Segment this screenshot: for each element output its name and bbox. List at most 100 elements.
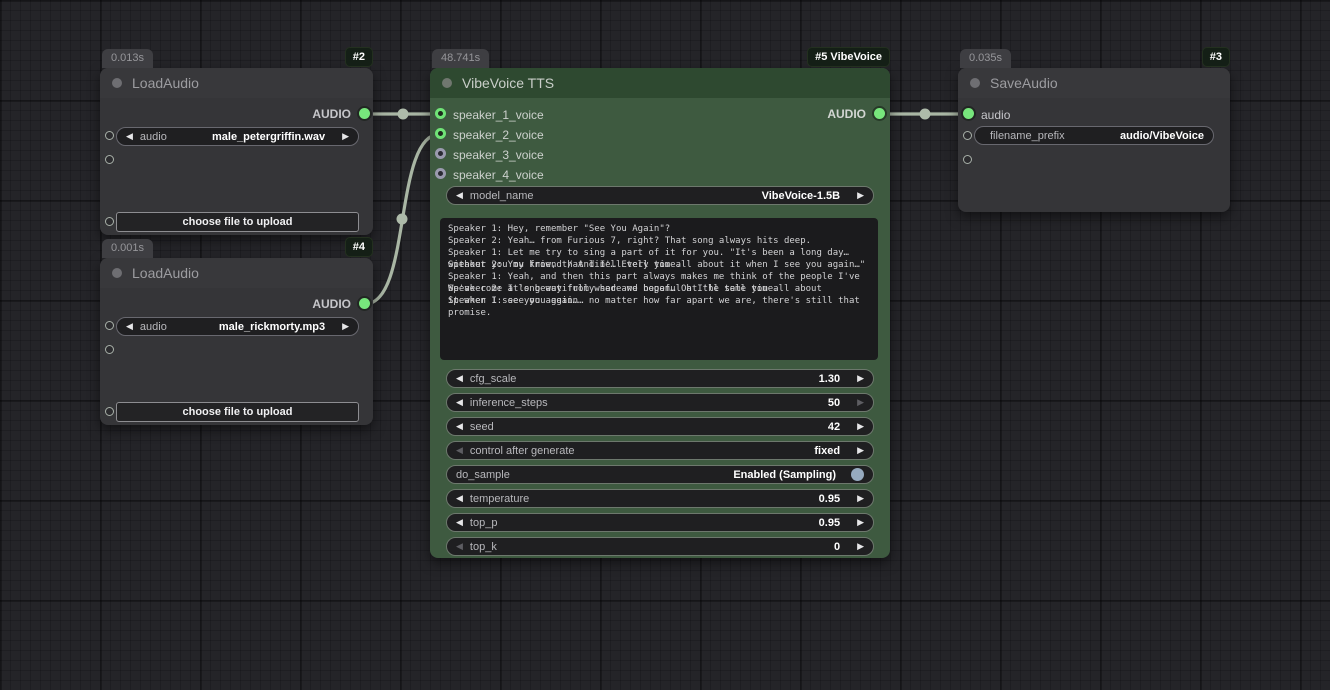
widget-label: audio — [140, 321, 167, 333]
output-slot-audio[interactable] — [874, 108, 885, 119]
collapse-dot-icon[interactable] — [442, 78, 452, 88]
decrement-arrow-icon[interactable] — [456, 422, 463, 431]
increment-arrow-icon[interactable] — [857, 422, 864, 431]
increment-arrow-icon[interactable] — [857, 518, 864, 527]
collapse-dot-icon[interactable] — [112, 268, 122, 278]
decrement-arrow-icon[interactable] — [126, 322, 133, 331]
output-label-audio: AUDIO — [312, 297, 351, 311]
widget-input-slot[interactable] — [105, 155, 114, 164]
execution-time-badge: 48.741s — [432, 49, 489, 68]
node-titlebar[interactable]: LoadAudio — [100, 258, 373, 288]
widget-label: cfg_scale — [470, 373, 516, 385]
widget-input-slot[interactable] — [105, 217, 114, 226]
node-titlebar[interactable]: VibeVoice TTS — [430, 68, 890, 98]
node-load-audio-1[interactable]: 0.013s #2 LoadAudio AUDIO audio male_pet… — [100, 68, 373, 235]
input-slot-speaker-3-voice[interactable] — [435, 148, 446, 159]
widget-input-slot[interactable] — [105, 345, 114, 354]
node-id-badge: #2 — [345, 47, 373, 67]
widget-label: top_k — [470, 541, 497, 553]
toggle-indicator-icon[interactable] — [851, 468, 864, 481]
output-label-audio: AUDIO — [312, 107, 351, 121]
increment-arrow-icon[interactable] — [857, 398, 864, 407]
widget-input-slot[interactable] — [963, 155, 972, 164]
collapse-dot-icon[interactable] — [970, 78, 980, 88]
wire-midpoint-dot[interactable] — [398, 109, 409, 120]
script-text-line: promise. — [448, 307, 870, 319]
input-slot-speaker-2-voice[interactable] — [435, 128, 446, 139]
node-titlebar[interactable]: LoadAudio — [100, 68, 373, 98]
decrement-arrow-icon[interactable] — [456, 446, 463, 455]
increment-arrow-icon[interactable] — [857, 191, 864, 200]
widget-value: 42 — [828, 421, 840, 433]
increment-arrow-icon[interactable] — [857, 446, 864, 455]
execution-time-badge: 0.001s — [102, 239, 153, 258]
model-name-combo-widget[interactable]: model_name VibeVoice-1.5B — [446, 186, 874, 205]
widget-value: male_petergriffin.wav — [212, 131, 325, 143]
input-label: speaker_4_voice — [453, 168, 544, 182]
script-text-line: Speaker 1: Hey, remember "See You Again"… — [448, 223, 870, 235]
decrement-arrow-icon[interactable] — [456, 398, 463, 407]
widget-value: 50 — [828, 397, 840, 409]
inference-steps-widget[interactable]: inference_steps 50 — [446, 393, 874, 412]
input-slot-speaker-4-voice[interactable] — [435, 168, 446, 179]
node-title: VibeVoice TTS — [462, 75, 554, 91]
widget-label: inference_steps — [470, 397, 548, 409]
output-slot-audio[interactable] — [359, 108, 370, 119]
widget-label: top_p — [470, 517, 498, 529]
temperature-widget[interactable]: temperature 0.95 — [446, 489, 874, 508]
widget-value: 1.30 — [819, 373, 840, 385]
node-titlebar[interactable]: SaveAudio — [958, 68, 1230, 98]
widget-label: seed — [470, 421, 494, 433]
increment-arrow-icon[interactable] — [857, 374, 864, 383]
increment-arrow-icon[interactable] — [342, 322, 349, 331]
widget-input-slot[interactable] — [105, 131, 114, 140]
increment-arrow-icon[interactable] — [342, 132, 349, 141]
decrement-arrow-icon[interactable] — [456, 374, 463, 383]
widget-value: 0.95 — [819, 493, 840, 505]
decrement-arrow-icon[interactable] — [456, 542, 463, 551]
input-slot-speaker-1-voice[interactable] — [435, 108, 446, 119]
decrement-arrow-icon[interactable] — [456, 191, 463, 200]
audio-file-combo-widget[interactable]: audio male_rickmorty.mp3 — [116, 317, 359, 336]
collapse-dot-icon[interactable] — [112, 78, 122, 88]
node-vibevoice-tts[interactable]: 48.741s #5 VibeVoice VibeVoice TTS speak… — [430, 68, 890, 558]
decrement-arrow-icon[interactable] — [456, 518, 463, 527]
choose-file-button[interactable]: choose file to upload — [116, 212, 359, 232]
execution-time-badge: 0.013s — [102, 49, 153, 68]
node-title: LoadAudio — [132, 75, 199, 91]
script-textarea[interactable]: Speaker 1: Hey, remember "See You Again"… — [440, 218, 878, 360]
node-save-audio[interactable]: 0.035s #3 SaveAudio audio filename_prefi… — [958, 68, 1230, 212]
widget-input-slot[interactable] — [963, 131, 972, 140]
widget-input-slot[interactable] — [105, 321, 114, 330]
script-text-line: Speaker 1: Yeah, and then this part alwa… — [448, 271, 870, 283]
node-id-badge: #3 — [1202, 47, 1230, 67]
node-id-badge: #5 VibeVoice — [807, 47, 890, 67]
cfg-scale-widget[interactable]: cfg_scale 1.30 — [446, 369, 874, 388]
script-text-line: Speaker 2: Yeah… from Furious 7, right? … — [448, 235, 870, 247]
top-p-widget[interactable]: top_p 0.95 — [446, 513, 874, 532]
increment-arrow-icon[interactable] — [857, 494, 864, 503]
decrement-arrow-icon[interactable] — [456, 494, 463, 503]
control-after-generate-widget[interactable]: control after generate fixed — [446, 441, 874, 460]
output-slot-audio[interactable] — [359, 298, 370, 309]
node-load-audio-2[interactable]: 0.001s #4 LoadAudio AUDIO audio male_ric… — [100, 258, 373, 425]
top-k-widget[interactable]: top_k 0 — [446, 537, 874, 556]
audio-file-combo-widget[interactable]: audio male_petergriffin.wav — [116, 127, 359, 146]
widget-label: filename_prefix — [990, 130, 1065, 142]
increment-arrow-icon[interactable] — [857, 542, 864, 551]
widget-label: audio — [140, 131, 167, 143]
filename-prefix-widget[interactable]: filename_prefix audio/VibeVoice — [974, 126, 1214, 145]
input-label: speaker_2_voice — [453, 128, 544, 142]
seed-widget[interactable]: seed 42 — [446, 417, 874, 436]
node-graph-canvas[interactable]: 0.013s #2 LoadAudio AUDIO audio male_pet… — [0, 0, 1330, 690]
do-sample-toggle-widget[interactable]: do_sample Enabled (Sampling) — [446, 465, 874, 484]
wire-midpoint-dot[interactable] — [397, 214, 408, 225]
decrement-arrow-icon[interactable] — [126, 132, 133, 141]
choose-file-button[interactable]: choose file to upload — [116, 402, 359, 422]
input-slot-audio[interactable] — [963, 108, 974, 119]
input-label: speaker_3_voice — [453, 148, 544, 162]
output-label-audio: AUDIO — [827, 107, 866, 121]
wire-midpoint-dot[interactable] — [920, 109, 931, 120]
widget-value: Enabled (Sampling) — [733, 469, 836, 481]
widget-input-slot[interactable] — [105, 407, 114, 416]
